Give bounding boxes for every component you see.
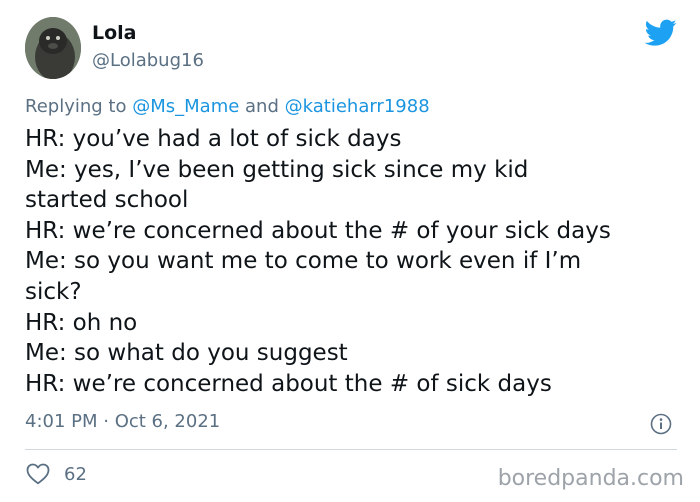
info-icon[interactable] <box>650 413 672 435</box>
avatar[interactable] <box>25 17 81 79</box>
replying-joiner: and <box>245 96 279 117</box>
author-handle[interactable]: @Lolabug16 <box>92 50 204 71</box>
watermark: boredpanda.com <box>497 466 684 491</box>
divider <box>25 449 677 450</box>
reply-mention-link[interactable]: @katieharr1988 <box>285 96 430 117</box>
tweet-line: HR: we’re concerned about the # of your … <box>25 217 611 244</box>
tweet-line: sick? <box>25 278 82 305</box>
tweet-line: Me: so you want me to come to work even … <box>25 248 582 275</box>
replying-prefix: Replying to <box>25 96 127 117</box>
reply-mention-link[interactable]: @Ms_Mame <box>132 96 239 117</box>
tweet-line: HR: oh no <box>25 309 138 336</box>
tweet-line: HR: we’re concerned about the # of sick … <box>25 370 552 397</box>
tweet-line: Me: so what do you suggest <box>25 340 348 367</box>
heart-icon[interactable] <box>26 463 50 485</box>
avatar-image <box>25 17 81 79</box>
tweet-line: HR: you’ve had a lot of sick days <box>25 126 402 152</box>
tweet-text: HR: you’ve had a lot of sick days Me: ye… <box>25 124 685 399</box>
tweet-line: Me: yes, I’ve been getting sick since my… <box>25 156 529 183</box>
like-count: 62 <box>64 464 87 485</box>
author-name[interactable]: Lola <box>92 22 137 44</box>
tweet-line: started school <box>25 187 189 214</box>
twitter-bird-icon[interactable] <box>645 19 677 47</box>
replying-to-line: Replying to @Ms_Mame and @katieharr1988 <box>25 96 430 117</box>
tweet-timestamp[interactable]: 4:01 PM · Oct 6, 2021 <box>25 411 220 432</box>
